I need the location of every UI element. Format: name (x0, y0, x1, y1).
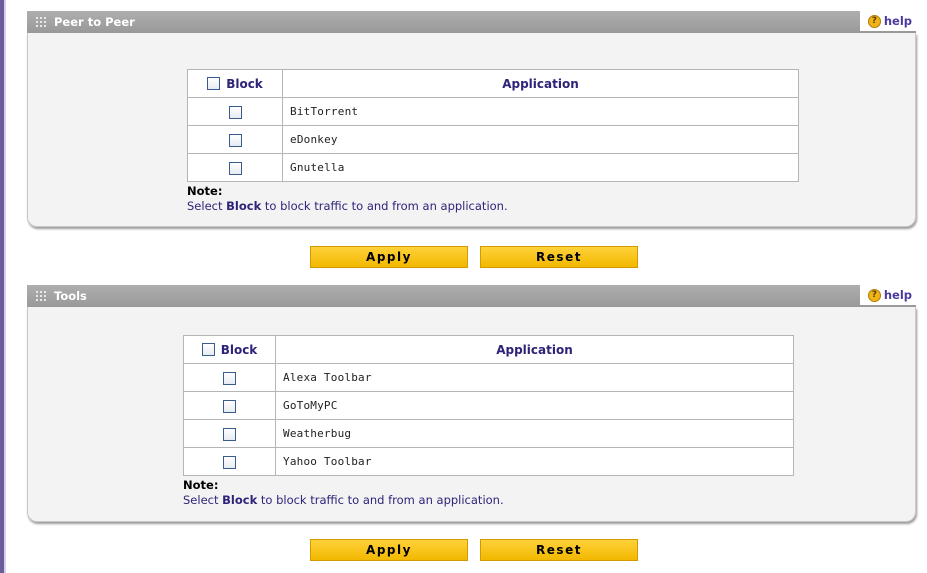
help-icon: ? (867, 288, 881, 302)
grip-icon (36, 291, 46, 301)
block-all-checkbox[interactable] (201, 343, 215, 356)
application-name: eDonkey (282, 125, 799, 154)
panel-body: Block Application Alexa Toolbar GoToMyPC… (27, 307, 916, 522)
application-table: Block Application BitTorrent eDonkey Gnu… (187, 69, 799, 182)
application-name: Alexa Toolbar (275, 363, 794, 392)
peer-to-peer-panel: Peer to Peer ? help Block Application Bi… (27, 11, 918, 227)
grip-icon (36, 17, 46, 27)
note: Note: Select Block to block traffic to a… (183, 478, 504, 508)
block-header-label: Block (220, 342, 258, 357)
application-column-header: Application (282, 69, 799, 98)
block-gnutella-checkbox[interactable] (228, 162, 242, 175)
help-link[interactable]: ? help (859, 11, 918, 31)
apply-button[interactable]: Apply (310, 539, 468, 561)
note-label: Note: (187, 184, 223, 198)
application-name: Weatherbug (275, 419, 794, 448)
left-frame-border-highlight (4, 0, 6, 573)
block-header-label: Block (226, 76, 263, 91)
help-icon: ? (867, 14, 881, 28)
table-row: Weatherbug (183, 419, 794, 448)
note-label: Note: (183, 478, 219, 492)
block-weatherbug-checkbox[interactable] (223, 428, 236, 441)
table-row: eDonkey (187, 125, 799, 154)
table-row: Yahoo Toolbar (183, 447, 794, 476)
tools-panel: Tools ? help Block Application Alexa Too… (27, 285, 918, 522)
note-text: Select Block to block traffic to and fro… (187, 199, 508, 213)
reset-button[interactable]: Reset (480, 539, 638, 561)
panel-body: Block Application BitTorrent eDonkey Gnu… (27, 33, 916, 227)
block-alexa-toolbar-checkbox[interactable] (223, 372, 236, 385)
application-name: Yahoo Toolbar (275, 447, 794, 476)
reset-button[interactable]: Reset (480, 246, 638, 268)
block-bittorrent-checkbox[interactable] (228, 106, 242, 119)
table-row: Gnutella (187, 153, 799, 182)
table-row: BitTorrent (187, 97, 799, 126)
note-text: Select Block to block traffic to and fro… (183, 493, 504, 507)
block-column-header: Block (187, 69, 283, 98)
help-label: help (883, 288, 912, 302)
table-row: GoToMyPC (183, 391, 794, 420)
application-name: Gnutella (282, 153, 799, 182)
help-link[interactable]: ? help (859, 285, 918, 305)
table-header-row: Block Application (183, 335, 794, 364)
table-header-row: Block Application (187, 69, 799, 98)
table-row: Alexa Toolbar (183, 363, 794, 392)
block-yahoo-toolbar-checkbox[interactable] (223, 456, 236, 469)
application-column-header: Application (275, 335, 794, 364)
block-gotomypc-checkbox[interactable] (223, 400, 236, 413)
block-edonkey-checkbox[interactable] (228, 134, 242, 147)
apply-button[interactable]: Apply (310, 246, 468, 268)
panel-header: Peer to Peer ? help (27, 11, 918, 33)
application-table: Block Application Alexa Toolbar GoToMyPC… (183, 335, 794, 476)
panel-title: Peer to Peer (54, 15, 135, 29)
block-all-checkbox[interactable] (207, 77, 221, 90)
application-name: BitTorrent (282, 97, 799, 126)
note: Note: Select Block to block traffic to a… (187, 184, 508, 214)
help-label: help (883, 14, 912, 28)
block-column-header: Block (183, 335, 276, 364)
panel-title: Tools (54, 289, 87, 303)
application-name: GoToMyPC (275, 391, 794, 420)
panel-header: Tools ? help (27, 285, 918, 307)
